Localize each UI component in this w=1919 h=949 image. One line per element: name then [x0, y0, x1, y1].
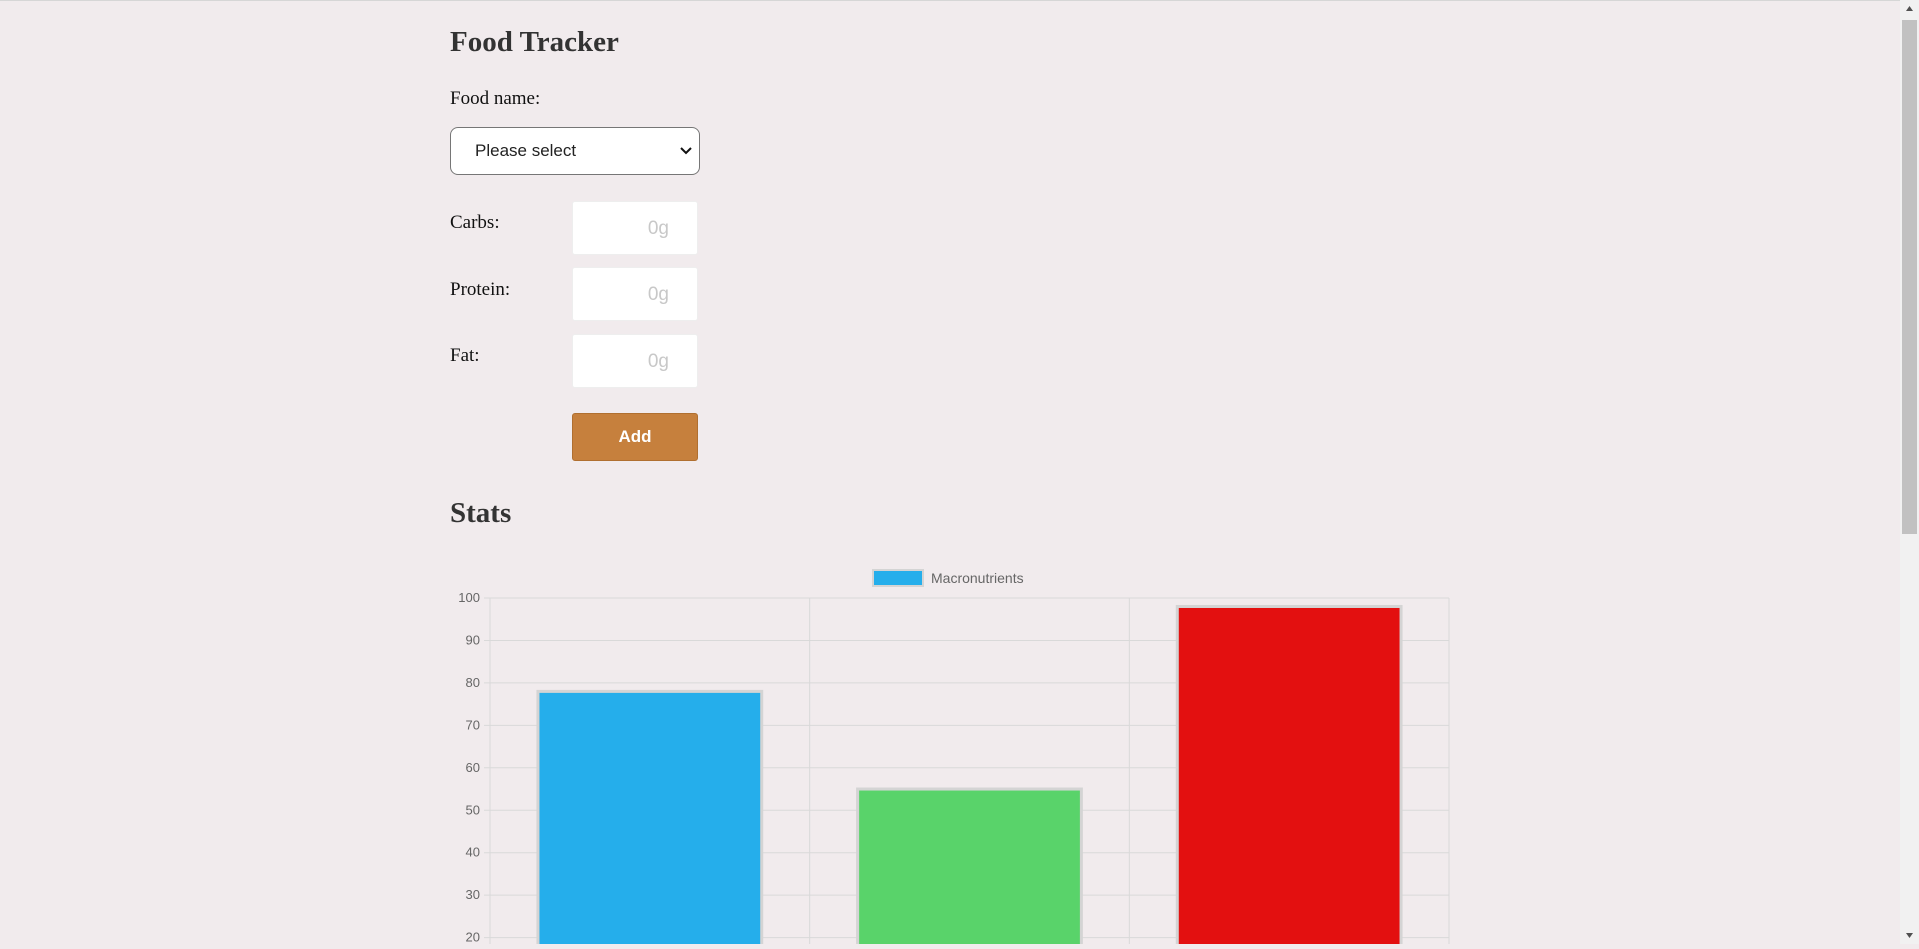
arrow-up-icon: [1906, 6, 1913, 11]
y-tick-label: 20: [466, 930, 480, 944]
chart-svg: 100 90 80 70 60 50 40 30 20 Macronutrients: [458, 569, 1450, 944]
y-tick-label: 50: [466, 802, 480, 817]
macronutrients-chart: 100 90 80 70 60 50 40 30 20 Macronutrients: [450, 560, 1450, 944]
carbs-input[interactable]: 0g: [572, 201, 698, 255]
bar-1[interactable]: [856, 787, 1083, 944]
y-tick-label: 60: [466, 760, 480, 775]
y-tick-label: 100: [458, 590, 480, 605]
protein-placeholder: 0g: [647, 284, 669, 305]
y-tick-label: 90: [466, 632, 480, 647]
chart-legend[interactable]: Macronutrients: [872, 569, 1024, 587]
scroll-up-button[interactable]: [1900, 0, 1919, 17]
chart-bars: [536, 604, 1403, 944]
carbs-placeholder: 0g: [647, 218, 669, 239]
protein-input[interactable]: 0g: [572, 267, 698, 321]
fat-placeholder: 0g: [647, 351, 669, 372]
bar-2[interactable]: [1175, 604, 1403, 944]
food-select-value: Please select: [475, 141, 577, 160]
fat-label: Fat:: [450, 345, 480, 366]
arrow-down-icon: [1906, 933, 1913, 938]
y-tick-label: 30: [466, 887, 480, 902]
protein-label: Protein:: [450, 279, 511, 300]
scroll-down-button[interactable]: [1900, 927, 1919, 944]
bar-0[interactable]: [536, 689, 764, 944]
add-button[interactable]: Add: [572, 413, 698, 461]
chart-y-ticks: 100 90 80 70 60 50 40 30 20: [458, 590, 480, 944]
y-tick-label: 70: [466, 717, 480, 732]
carbs-label: Carbs:: [450, 212, 500, 233]
stats-title: Stats: [450, 497, 512, 529]
chevron-down-icon: [680, 147, 692, 155]
fat-input[interactable]: 0g: [572, 334, 698, 388]
y-tick-label: 40: [466, 845, 480, 860]
y-tick-label: 80: [466, 675, 480, 690]
scroll-thumb[interactable]: [1902, 20, 1917, 534]
legend-swatch: [872, 569, 924, 587]
food-name-select[interactable]: Please select: [450, 127, 700, 175]
legend-label: Macronutrients: [931, 570, 1024, 586]
food-name-label: Food name:: [450, 88, 541, 109]
vertical-scrollbar[interactable]: [1900, 0, 1919, 944]
page-title: Food Tracker: [450, 26, 619, 58]
top-border: [0, 0, 1900, 1]
